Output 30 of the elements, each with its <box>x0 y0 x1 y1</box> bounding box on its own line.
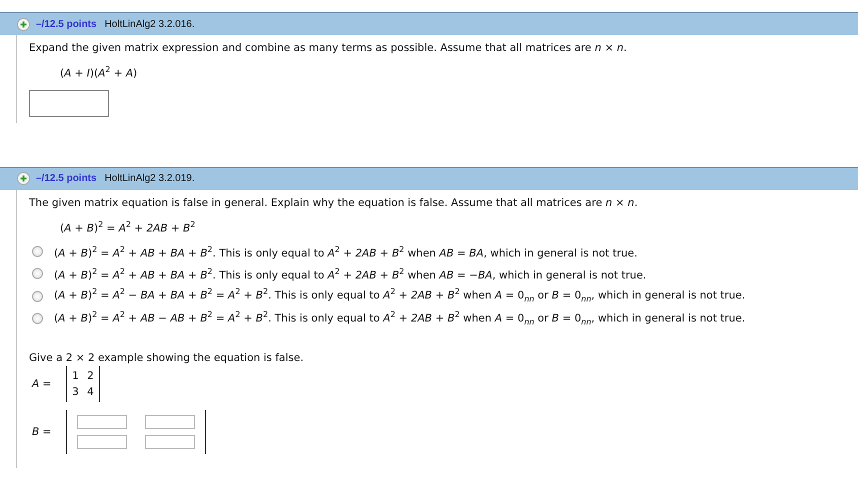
radio-button[interactable] <box>32 290 43 302</box>
matrix-entry: 2 <box>86 369 95 384</box>
matrix-entry-field[interactable] <box>77 415 127 429</box>
choice-text: (A + B)$^{2}$ = A$^{2}$ + AB − AB + B$^{2}$ = A$^{2}$ + B$^{2}$. This is only equal to A$^{2}$ + 2AB + B$^{2}$ when A = 0$_{nn}$ or B = 0$_{nn}$, which in general is not true. <box>54 308 746 329</box>
choice-text: (A + B)$^{2}$ = A$^{2}$ − BA + BA + B$^{2}$ = A$^{2}$ + B$^{2}$. This is only equal to A$^{2}$ + 2AB + B$^{2}$ when A = 0$_{nn}$ or B = 0$_{nn}$, which in general is not true. <box>54 286 746 306</box>
source-label: HoltLinAlg2 3.2.016. <box>104 18 195 30</box>
question-prompt: The given matrix equation is false in general. Explain why the equation is false. Assume that all matrices are n × n. <box>29 196 639 210</box>
matrix-entry-field[interactable] <box>145 415 195 429</box>
matrix-label: B = <box>31 426 52 438</box>
example-prompt: Give a 2 × 2 example showing the equation is false. <box>29 352 305 364</box>
math-expression: (A + B)$^{2}$ = A$^{2}$ + 2AB + B$^{2}$ <box>60 218 196 235</box>
answer-field[interactable] <box>29 90 109 116</box>
question-prompt: Expand the given matrix expression and combine as many terms as possible. Assume that all matrices are n × n. <box>29 41 628 55</box>
matrix-entry-field[interactable] <box>77 435 127 449</box>
matrix-entry: 4 <box>86 385 95 400</box>
source-label: HoltLinAlg2 3.2.019. <box>104 173 195 184</box>
radio-button[interactable] <box>32 313 43 324</box>
radio-button[interactable] <box>32 246 43 257</box>
choice-text: (A + B)$^{2}$ = A$^{2}$ + AB + BA + B$^{2}$. This is only equal to A$^{2}$ + 2AB + B$^{2}$ when AB = BA, which in general is not true. <box>54 244 638 260</box>
matrix-label: A = <box>30 378 52 390</box>
points-label: –/12.5 points <box>36 18 97 30</box>
math-expression: (A + I)(A$^{2}$ + A) <box>60 64 138 80</box>
matrix-entry: 3 <box>71 385 80 400</box>
plus-icon[interactable] <box>17 18 30 30</box>
plus-icon[interactable] <box>17 172 30 185</box>
radio-button[interactable] <box>32 268 43 280</box>
matrix-entry: 1 <box>71 369 80 384</box>
choice-text: (A + B)$^{2}$ = A$^{2}$ + AB + BA + B$^{2}$. This is only equal to A$^{2}$ + 2AB + B$^{2}$ when AB = −BA, which in general is not true. <box>54 266 646 282</box>
points-label: –/12.5 points <box>36 173 97 184</box>
matrix-entry-field[interactable] <box>145 435 195 449</box>
